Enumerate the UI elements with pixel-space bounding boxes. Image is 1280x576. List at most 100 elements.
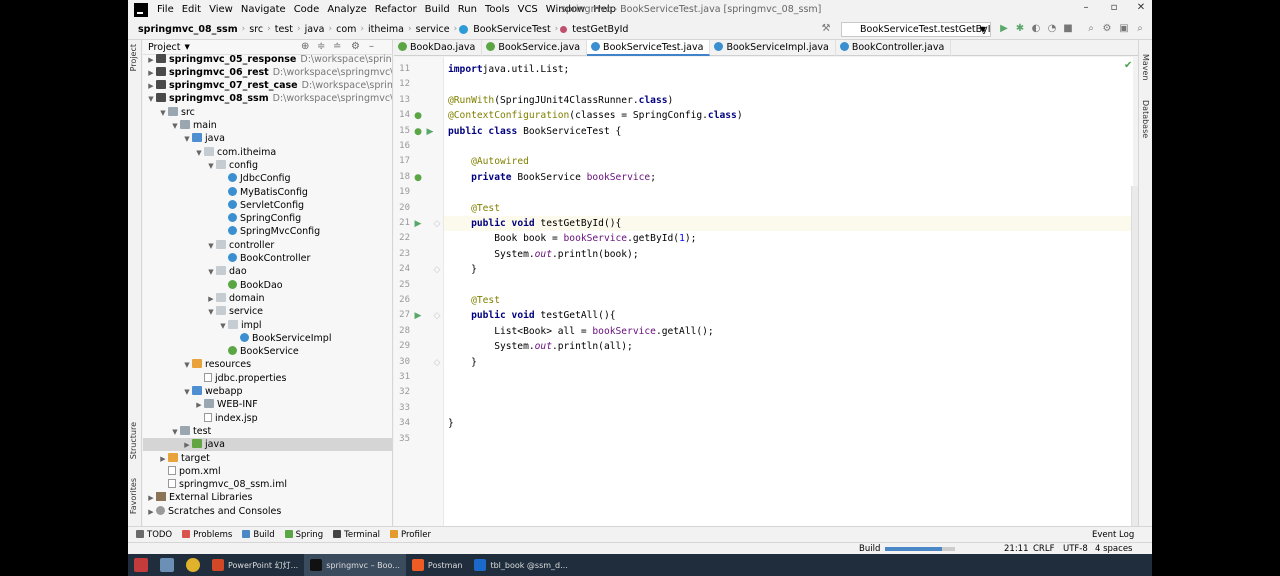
editor-scrollbar[interactable] bbox=[1131, 186, 1138, 526]
run-icon[interactable]: ▶ bbox=[998, 23, 1010, 35]
fold-icon[interactable]: ◇ bbox=[432, 358, 442, 368]
chevron-down-icon[interactable]: ▼ bbox=[146, 93, 156, 106]
taskbar-app[interactable]: tbl_book @ssm_d... bbox=[468, 554, 573, 576]
chevron-right-icon[interactable]: ▶ bbox=[206, 293, 216, 306]
tree-item[interactable]: ▼ service bbox=[143, 305, 392, 319]
tool-window-button[interactable]: Spring bbox=[281, 529, 329, 540]
tree-item[interactable]: MyBatisConfig bbox=[143, 186, 392, 199]
chevron-down-icon[interactable]: ▼ bbox=[206, 160, 216, 173]
favorites-tool-tab[interactable]: Favorites bbox=[129, 478, 138, 514]
menu-edit[interactable]: Edit bbox=[178, 4, 205, 15]
code-line[interactable]: } bbox=[444, 355, 1133, 370]
gear-icon[interactable]: ⚙ bbox=[351, 41, 360, 52]
toolbox-icon[interactable]: ▣ bbox=[1118, 23, 1130, 35]
code-line[interactable]: public class BookServiceTest { bbox=[444, 124, 1133, 139]
code-line[interactable]: } bbox=[444, 262, 1133, 277]
editor-tab[interactable]: BookController.java bbox=[836, 40, 952, 56]
menu-navigate[interactable]: Navigate bbox=[237, 4, 290, 15]
chevron-down-icon[interactable]: ▼ bbox=[218, 320, 228, 333]
expand-all-icon[interactable]: ≑ bbox=[317, 41, 325, 52]
structure-tool-tab[interactable]: Structure bbox=[129, 422, 138, 459]
chevron-down-icon[interactable]: ▼ bbox=[206, 306, 216, 319]
chevron-down-icon[interactable]: ▼ bbox=[182, 386, 192, 399]
tree-item[interactable]: BookService bbox=[143, 345, 392, 358]
chevron-right-icon[interactable]: ▶ bbox=[146, 492, 156, 505]
minimize-icon[interactable]: – bbox=[1079, 2, 1093, 16]
chevron-down-icon[interactable]: ▼ bbox=[170, 426, 180, 439]
app-launcher-icon[interactable] bbox=[134, 558, 148, 572]
tree-item[interactable]: ▼ src bbox=[143, 106, 392, 120]
tool-window-button[interactable]: TODO bbox=[132, 529, 178, 540]
autowired-icon[interactable]: ● bbox=[413, 173, 423, 183]
code-line[interactable]: @Test bbox=[444, 201, 1133, 216]
code-line[interactable]: private BookService bookService; bbox=[444, 170, 1133, 185]
tree-item[interactable]: ▼ test bbox=[143, 425, 392, 439]
code-line[interactable]: public void testGetAll(){ bbox=[444, 308, 1133, 323]
profile-icon[interactable]: ◔ bbox=[1046, 23, 1058, 35]
chevron-down-icon[interactable]: ▼ bbox=[185, 43, 190, 51]
chevron-down-icon[interactable]: ▼ bbox=[182, 359, 192, 372]
tree-item[interactable]: ▶ springmvc_05_response D:\workspace\sprin… bbox=[143, 53, 392, 66]
coverage-icon[interactable]: ◐ bbox=[1030, 23, 1042, 35]
breadcrumb-itheima[interactable]: itheima bbox=[366, 24, 406, 35]
code-line[interactable]: @RunWith(SpringJUnit4ClassRunner.class) bbox=[444, 93, 1133, 108]
run-test-icon[interactable]: ▶ bbox=[425, 127, 435, 137]
project-view-select[interactable]: Project bbox=[148, 42, 181, 53]
code-editor[interactable]: importjava.util.List; @RunWith(SpringJUni… bbox=[443, 57, 1133, 526]
chevron-down-icon[interactable]: ▼ bbox=[170, 120, 180, 133]
menu-vcs[interactable]: VCS bbox=[514, 4, 542, 15]
breadcrumb-src[interactable]: src bbox=[247, 24, 265, 35]
code-line[interactable] bbox=[444, 401, 1133, 416]
tree-item[interactable]: ▼ config bbox=[143, 159, 392, 173]
menu-refactor[interactable]: Refactor bbox=[371, 4, 421, 15]
restore-icon[interactable]: ▫ bbox=[1107, 2, 1121, 16]
search-icon[interactable]: ⌕ bbox=[1134, 23, 1146, 35]
editor-tab[interactable]: BookServiceTest.java bbox=[587, 40, 711, 56]
debug-icon[interactable]: ✱ bbox=[1014, 23, 1026, 35]
tree-item[interactable]: BookController bbox=[143, 252, 392, 265]
code-line[interactable] bbox=[444, 278, 1133, 293]
code-line[interactable]: @Autowired bbox=[444, 154, 1133, 169]
maven-tool-tab[interactable]: Maven bbox=[1141, 54, 1150, 81]
project-tool-tab[interactable]: Project bbox=[129, 44, 138, 71]
tree-item[interactable]: ▼ impl bbox=[143, 319, 392, 333]
tool-window-button[interactable]: Terminal bbox=[329, 529, 386, 540]
taskbar-app[interactable]: PowerPoint 幻灯... bbox=[206, 554, 304, 576]
event-log-button[interactable]: Event Log bbox=[1088, 530, 1140, 540]
code-line[interactable] bbox=[444, 139, 1133, 154]
tool-window-button[interactable]: Profiler bbox=[386, 529, 437, 540]
run-test-icon[interactable]: ▶ bbox=[413, 219, 423, 229]
fold-icon[interactable]: ◇ bbox=[432, 219, 442, 229]
settings-icon[interactable]: ⚙ bbox=[1101, 23, 1113, 35]
chevron-right-icon[interactable]: ▶ bbox=[146, 506, 156, 519]
tree-item[interactable]: ▶ springmvc_07_rest_case D:\workspace\spri… bbox=[143, 79, 392, 92]
tree-item[interactable]: ▼ webapp bbox=[143, 385, 392, 399]
chevron-down-icon[interactable]: ▼ bbox=[158, 107, 168, 120]
menu-code[interactable]: Code bbox=[290, 4, 324, 15]
tree-item[interactable]: ▼ resources bbox=[143, 358, 392, 372]
tree-item[interactable]: ▼ controller bbox=[143, 239, 392, 253]
tree-item[interactable]: ▼ com.itheima bbox=[143, 146, 392, 159]
editor-tab[interactable]: BookDao.java bbox=[394, 40, 483, 56]
tree-item[interactable]: ▼ java bbox=[143, 132, 392, 145]
code-line[interactable] bbox=[444, 185, 1133, 200]
chevron-right-icon[interactable]: ▶ bbox=[146, 67, 156, 80]
breadcrumb-method[interactable]: testGetById bbox=[570, 24, 630, 35]
tree-item[interactable]: ▶ target bbox=[143, 452, 392, 465]
chevron-down-icon[interactable]: ▼ bbox=[206, 240, 216, 253]
code-line[interactable]: public void testGetById(){ bbox=[444, 216, 1133, 232]
code-line[interactable]: System.out.println(all); bbox=[444, 339, 1133, 354]
tree-item[interactable]: ▶ springmvc_06_rest D:\workspace\springmvc… bbox=[143, 66, 392, 80]
tree-item[interactable]: ▶ java bbox=[143, 438, 392, 452]
code-line[interactable]: List<Book> all = bookService.getAll(); bbox=[444, 324, 1133, 339]
menu-tools[interactable]: Tools bbox=[481, 4, 514, 15]
tree-item[interactable]: JdbcConfig bbox=[143, 172, 392, 185]
breadcrumb-com[interactable]: com bbox=[334, 24, 358, 35]
database-tool-tab[interactable]: Database bbox=[1141, 100, 1150, 138]
code-line[interactable]: System.out.println(book); bbox=[444, 247, 1133, 262]
code-line[interactable] bbox=[444, 385, 1133, 400]
tree-item[interactable]: index.jsp bbox=[143, 412, 392, 425]
taskbar-app[interactable]: Postman bbox=[406, 554, 469, 576]
tree-item[interactable]: ServletConfig bbox=[143, 199, 392, 212]
tree-item[interactable]: ▼ main bbox=[143, 119, 392, 133]
